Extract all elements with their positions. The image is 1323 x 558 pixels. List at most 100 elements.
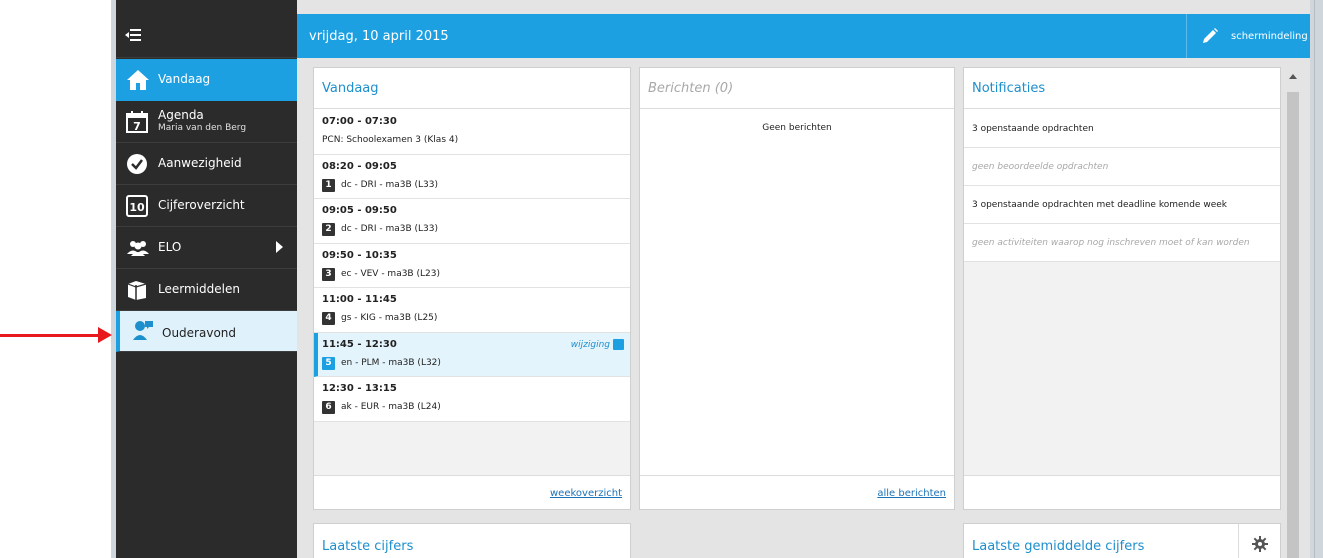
panel-title: Notificaties xyxy=(972,81,1046,96)
notifications-list: 3 openstaande opdrachten geen beoordeeld… xyxy=(964,110,1280,262)
schedule-row[interactable]: 12:30 - 13:15 6 ak - EUR - ma3B (L24) xyxy=(314,377,630,422)
lesson-hour-badge: 6 xyxy=(322,401,335,414)
messages-panel-footer: alle berichten xyxy=(640,475,954,509)
schedule-time: 07:00 - 07:30 xyxy=(322,116,397,127)
messages-panel-header: Berichten (0) xyxy=(640,68,954,109)
sidebar-item-label: Agenda xyxy=(158,108,204,122)
schedule-desc: ak - EUR - ma3B (L24) xyxy=(341,402,441,412)
sidebar-item-leermiddelen[interactable]: Leermiddelen xyxy=(116,269,297,311)
schedule-desc: dc - DRI - ma3B (L33) xyxy=(341,179,438,190)
parents-evening-icon xyxy=(132,319,154,341)
pencil-icon xyxy=(1203,28,1218,43)
gear-icon xyxy=(1252,536,1268,552)
main-content: vrijdag, 10 april 2015 schermindeling Va… xyxy=(297,0,1310,558)
schedule-row[interactable]: 09:50 - 10:35 3 ec - VEV - ma3B (L23) xyxy=(314,243,630,288)
schedule-time: 11:00 - 11:45 xyxy=(322,294,397,305)
latest-grades-header: Laatste cijfers xyxy=(314,524,630,558)
sidebar-item-label: Vandaag xyxy=(158,72,211,86)
scrollbar-thumb[interactable] xyxy=(1287,92,1299,558)
schedule-desc: gs - KIG - ma3B (L25) xyxy=(341,313,438,323)
panel-title: Berichten (0) xyxy=(648,81,734,96)
notification-text: 3 openstaande opdrachten met deadline ko… xyxy=(972,200,1227,210)
notification-text: geen activiteiten waarop nog inschreven … xyxy=(972,238,1250,248)
calendar-icon: 7 xyxy=(126,111,148,133)
home-icon xyxy=(126,69,149,91)
sidebar-header xyxy=(116,14,297,58)
notifications-empty-area xyxy=(964,262,1280,476)
schedule-empty-area xyxy=(314,422,630,476)
notifications-panel-footer xyxy=(964,475,1280,509)
schedule-row[interactable]: 07:00 - 07:30 PCN: Schoolexamen 3 (Klas … xyxy=(314,110,630,155)
grade-ten-icon: 10 xyxy=(126,195,148,217)
notification-text: 3 openstaande opdrachten xyxy=(972,124,1094,134)
messages-panel: Berichten (0) Geen berichten alle berich… xyxy=(639,67,955,510)
group-icon xyxy=(126,237,149,259)
panel-title: Laatste gemiddelde cijfers xyxy=(972,539,1145,554)
sidebar-item-sublabel: Maria van den Berg xyxy=(158,123,247,133)
schedule-row[interactable]: 11:00 - 11:45 4 gs - KIG - ma3B (L25) xyxy=(314,288,630,333)
scroll-up-icon[interactable] xyxy=(1289,74,1297,79)
all-messages-link[interactable]: alle berichten xyxy=(877,488,946,499)
today-panel: Vandaag 07:00 - 07:30 PCN: Schoolexamen … xyxy=(313,67,631,510)
schedule-desc: PCN: Schoolexamen 3 (Klas 4) xyxy=(322,135,459,145)
menu-collapse-icon[interactable] xyxy=(125,28,141,45)
schedule-desc: ec - VEV - ma3B (L23) xyxy=(341,268,440,279)
settings-button[interactable] xyxy=(1238,524,1280,558)
schedule-time: 11:45 - 12:30 xyxy=(322,338,397,350)
notification-row: geen beoordeelde opdrachten xyxy=(964,148,1280,186)
change-icon xyxy=(613,338,624,350)
notification-row[interactable]: 3 openstaande opdrachten xyxy=(964,110,1280,148)
panel-title: Laatste cijfers xyxy=(322,539,414,554)
no-messages-text: Geen berichten xyxy=(762,123,832,133)
schedule-time: 09:05 - 09:50 xyxy=(322,205,397,216)
lesson-hour-badge: 4 xyxy=(322,312,335,325)
screen-layout-label: schermindeling xyxy=(1231,31,1308,42)
sidebar-item-label: Aanwezigheid xyxy=(158,156,242,170)
schedule-row[interactable]: 09:05 - 09:50 2 dc - DRI - ma3B (L33) xyxy=(314,199,630,244)
change-label: wijziging xyxy=(570,339,610,350)
sidebar-item-label: Cijferoverzicht xyxy=(158,198,245,212)
sidebar-item-ouderavond[interactable]: Ouderavond xyxy=(116,311,297,352)
current-date: vrijdag, 10 april 2015 xyxy=(309,29,449,44)
schedule-time: 09:50 - 10:35 xyxy=(322,249,397,261)
check-circle-icon xyxy=(126,153,148,175)
annotation-arrow-head xyxy=(98,327,112,343)
schedule-desc: dc - DRI - ma3B (L33) xyxy=(341,224,438,234)
svg-text:7: 7 xyxy=(133,120,141,133)
svg-text:10: 10 xyxy=(129,201,145,214)
right-window-edge xyxy=(1310,0,1323,558)
sidebar-item-aanwezigheid[interactable]: Aanwezigheid xyxy=(116,143,297,185)
schedule-list: 07:00 - 07:30 PCN: Schoolexamen 3 (Klas … xyxy=(314,110,630,422)
notification-row[interactable]: 3 openstaande opdrachten met deadline ko… xyxy=(964,186,1280,224)
schedule-time: 12:30 - 13:15 xyxy=(322,383,397,394)
notifications-panel: Notificaties 3 openstaande opdrachten ge… xyxy=(963,67,1281,510)
sidebar-item-cijferoverzicht[interactable]: 10 Cijferoverzicht xyxy=(116,185,297,227)
sidebar-item-elo[interactable]: ELO xyxy=(116,227,297,269)
today-panel-header: Vandaag xyxy=(314,68,630,109)
chevron-right-icon xyxy=(276,241,283,253)
screen-layout-button[interactable]: schermindeling xyxy=(1186,14,1310,58)
latest-average-grades-header: Laatste gemiddelde cijfers xyxy=(964,524,1280,558)
today-panel-footer: weekoverzicht xyxy=(314,475,630,509)
schedule-time: 08:20 - 09:05 xyxy=(322,160,397,172)
books-icon xyxy=(126,279,148,301)
schedule-row[interactable]: 08:20 - 09:05 1 dc - DRI - ma3B (L33) xyxy=(314,154,630,199)
schedule-desc: en - PLM - ma3B (L32) xyxy=(341,357,441,368)
sidebar-item-agenda[interactable]: 7 Agenda Maria van den Berg xyxy=(116,101,297,143)
lesson-hour-badge: 2 xyxy=(322,223,335,236)
notification-text: geen beoordeelde opdrachten xyxy=(972,162,1109,172)
schedule-row-changed[interactable]: 11:45 - 12:30 wijziging 5 en - PLM - ma3… xyxy=(314,332,630,377)
lesson-hour-badge: 1 xyxy=(322,178,335,192)
notifications-panel-header: Notificaties xyxy=(964,68,1280,109)
sidebar: Vandaag 7 Agenda Maria van den Berg Aanw… xyxy=(116,0,297,558)
notification-row: geen activiteiten waarop nog inschreven … xyxy=(964,224,1280,262)
sidebar-item-label: ELO xyxy=(158,240,182,254)
vertical-scrollbar[interactable] xyxy=(1284,68,1302,558)
week-overview-link[interactable]: weekoverzicht xyxy=(550,488,622,499)
top-bar: vrijdag, 10 april 2015 schermindeling xyxy=(297,14,1310,58)
lesson-hour-badge: 3 xyxy=(322,267,335,281)
latest-grades-panel: Laatste cijfers xyxy=(313,523,631,558)
sidebar-item-vandaag[interactable]: Vandaag xyxy=(116,59,297,101)
panel-title: Vandaag xyxy=(322,81,379,96)
sidebar-item-label: Ouderavond xyxy=(162,326,237,340)
